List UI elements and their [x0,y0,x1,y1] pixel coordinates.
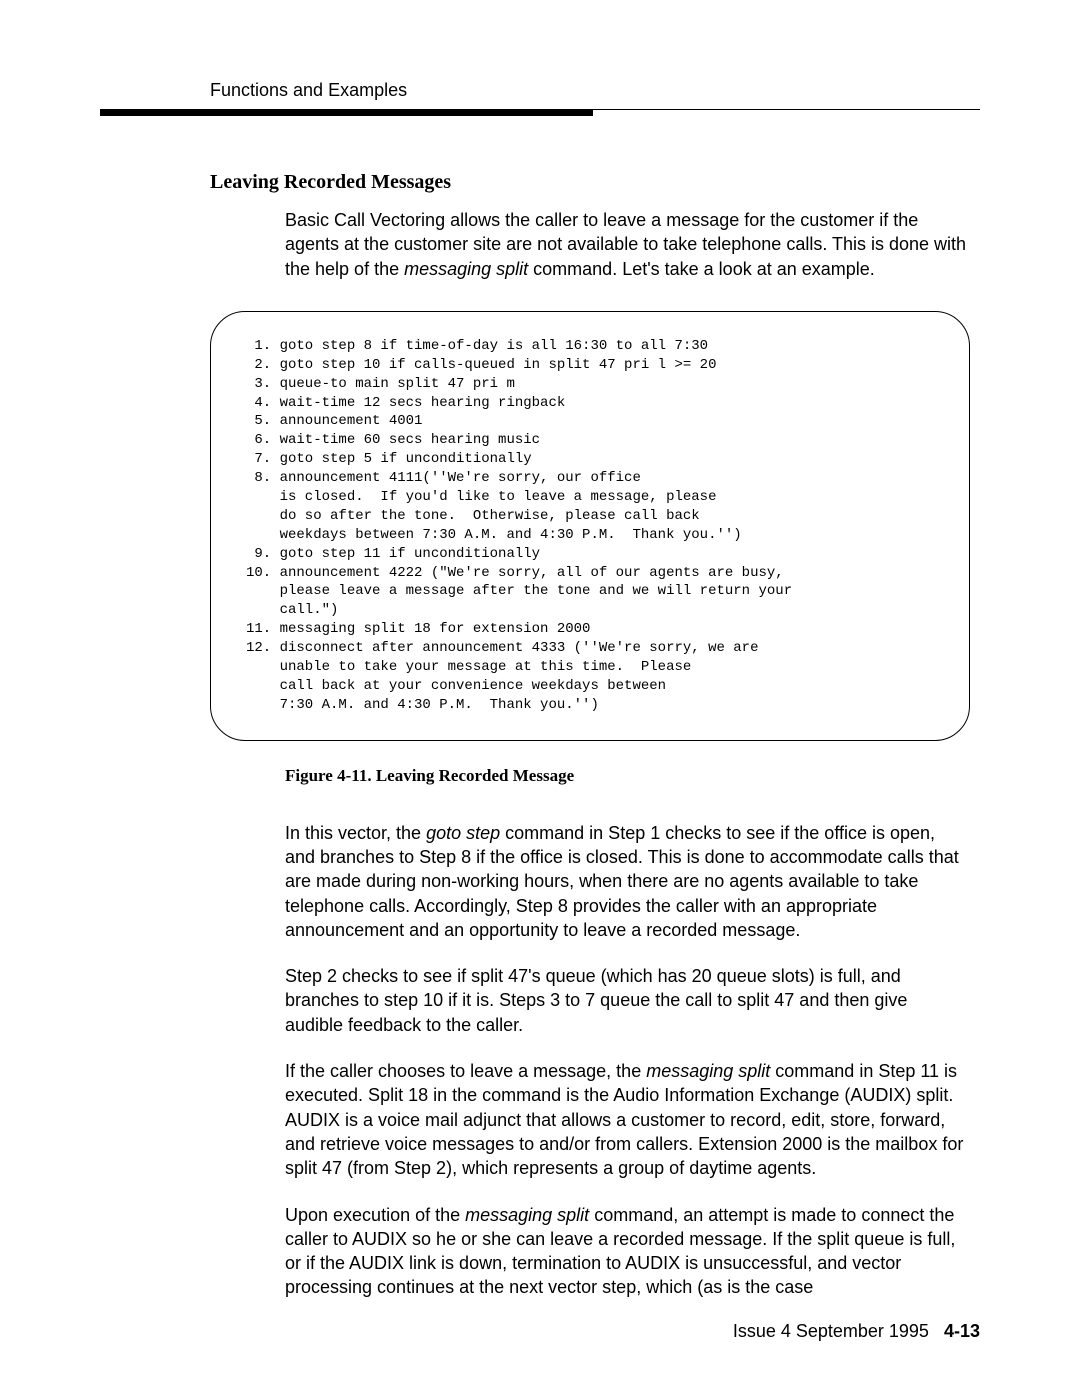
page-footer: Issue 4 September 1995 4-13 [733,1321,980,1342]
code-figure: 1. goto step 8 if time-of-day is all 16:… [210,311,970,741]
body-paragraphs: In this vector, the goto step command in… [285,821,970,1300]
page: Functions and Examples Leaving Recorded … [0,0,1080,1397]
intro-text-2: command. Let's take a look at an example… [528,259,875,279]
intro-paragraph: Basic Call Vectoring allows the caller t… [285,208,970,281]
paragraph-4: Upon execution of the messaging split co… [285,1203,970,1300]
paragraph-2: Step 2 checks to see if split 47's queue… [285,964,970,1037]
figure-caption: Figure 4-11. Leaving Recorded Message [285,766,970,786]
page-number: 4-13 [944,1321,980,1341]
running-head: Functions and Examples [210,80,980,101]
p1-text-a: In this vector, the [285,823,426,843]
p4-text-a: Upon execution of the [285,1205,465,1225]
section-title: Leaving Recorded Messages [210,171,970,194]
header-rule-thick [100,110,593,116]
content-area: Leaving Recorded Messages Basic Call Vec… [210,171,970,1300]
p3-command: messaging split [646,1061,770,1081]
paragraph-3: If the caller chooses to leave a message… [285,1059,970,1180]
p1-command: goto step [426,823,500,843]
p3-text-a: If the caller chooses to leave a message… [285,1061,646,1081]
intro-command: messaging split [404,259,528,279]
p4-command: messaging split [465,1205,589,1225]
paragraph-1: In this vector, the goto step command in… [285,821,970,942]
code-listing: 1. goto step 8 if time-of-day is all 16:… [210,311,970,741]
issue-date: Issue 4 September 1995 [733,1321,929,1341]
